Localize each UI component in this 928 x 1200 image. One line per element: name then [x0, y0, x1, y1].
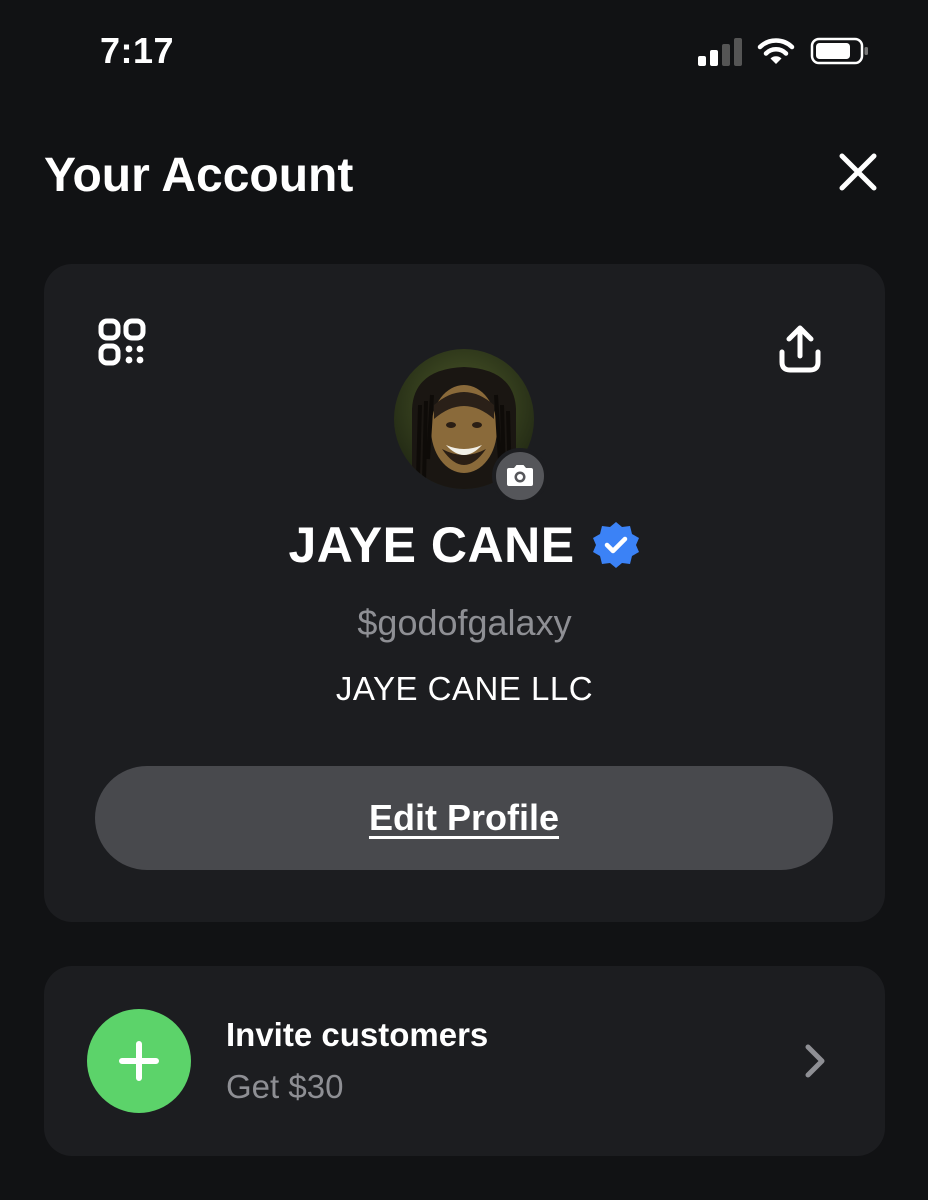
qr-code-button[interactable]: [98, 318, 146, 366]
invite-title: Invite customers: [226, 1016, 489, 1053]
share-button[interactable]: [777, 324, 823, 374]
close-icon: [839, 153, 877, 191]
cashtag: $godofgalaxy: [357, 602, 572, 643]
edit-profile-button[interactable]: Edit Profile: [95, 766, 833, 870]
chevron-right-icon: [805, 1044, 825, 1078]
camera-icon: [507, 465, 533, 486]
business-name: JAYE CANE LLC: [335, 670, 594, 707]
status-time: 7:17: [100, 30, 175, 71]
profile-card: JAYE CANE $godofgalaxy JAYE CANE LLC Edi…: [44, 264, 885, 922]
verified-badge-icon: [592, 522, 639, 568]
invite-plus-badge: [87, 1009, 191, 1113]
wifi-icon: [756, 36, 796, 66]
close-button[interactable]: [838, 152, 878, 192]
status-bar: 7:17: [0, 0, 928, 110]
share-icon: [779, 325, 821, 373]
name-row: JAYE CANE: [44, 516, 885, 574]
qr-code-icon: [98, 318, 146, 366]
invite-subtitle: Get $30: [226, 1068, 344, 1105]
edit-profile-label: Edit Profile: [368, 797, 560, 838]
invite-customers-row[interactable]: Invite customers Get $30: [44, 966, 885, 1156]
change-photo-button[interactable]: [492, 448, 548, 504]
status-icons: [698, 36, 870, 66]
battery-icon: [810, 36, 870, 66]
cellular-signal-icon: [698, 36, 742, 66]
display-name: JAYE CANE: [288, 517, 575, 573]
plus-icon: [119, 1041, 159, 1081]
page-title: Your Account: [44, 149, 354, 202]
